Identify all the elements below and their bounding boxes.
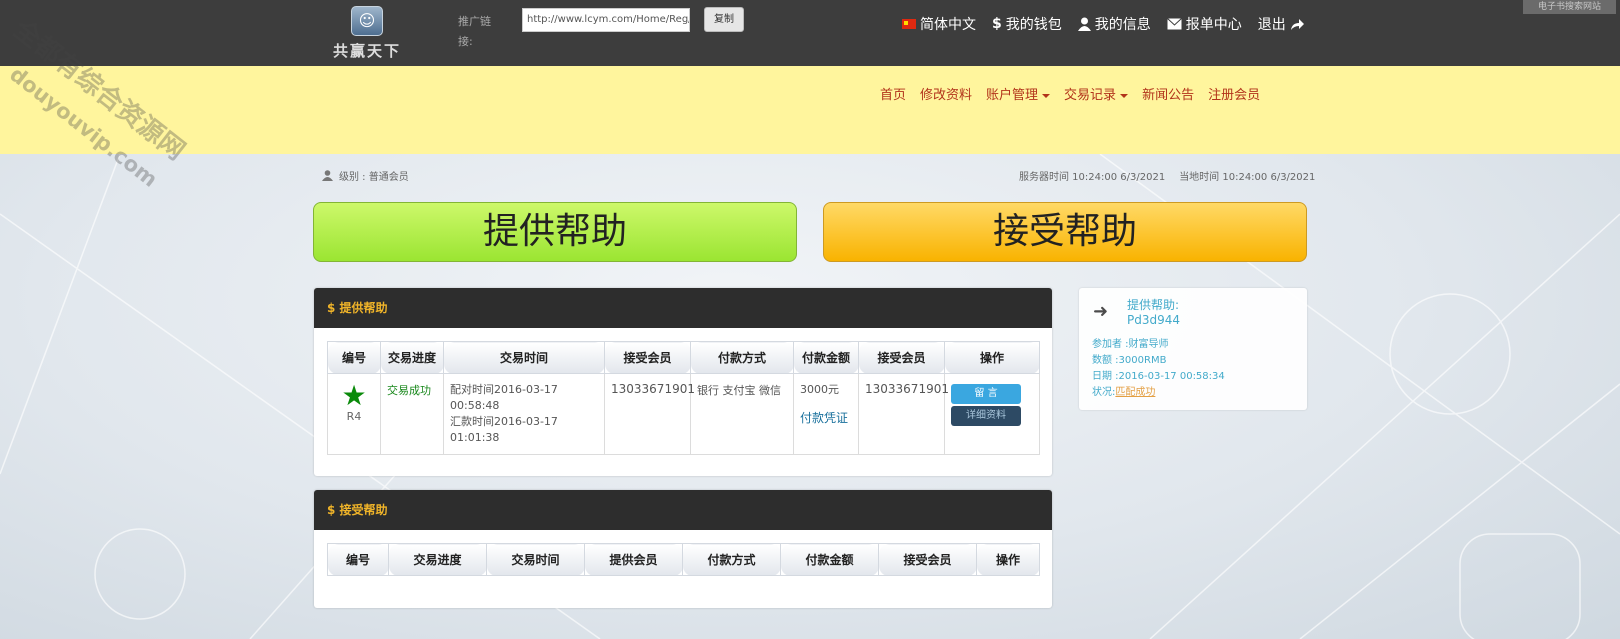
cell-amount: 3000元 付款凭证 xyxy=(793,373,859,455)
order-center-label: 报单中心 xyxy=(1185,17,1242,33)
my-info-link[interactable]: 我的信息 xyxy=(1077,14,1151,34)
cell-receiver-2: 13033671901 xyxy=(858,373,949,455)
local-time: 当地时间 10:24:00 6/3/2021 xyxy=(1179,172,1316,183)
col-header: 交易进度 xyxy=(380,341,444,374)
time-info: 服务器时间 10:24:00 6/3/2021 当地时间 10:24:00 6/… xyxy=(1019,168,1315,183)
finder-icon: ☺ xyxy=(351,6,383,36)
member-level-text: 级别 : 普通会员 xyxy=(339,172,409,183)
logout-link[interactable]: 退出 xyxy=(1258,14,1305,34)
pay-time: 汇款时间2016-03-17 01:01:38 xyxy=(450,415,558,444)
accept-help-panel: $ 接受帮助 编号 交易进度 交易时间 提供会员 付款方式 付款金额 接受会员 … xyxy=(314,490,1052,608)
envelope-icon xyxy=(1166,18,1182,30)
card-details: 参加者 :财富导师 数额 :3000RMB 日期 :2016-03-17 00:… xyxy=(1092,337,1225,401)
corner-tag[interactable]: 电子书搜索网站 xyxy=(1523,0,1616,14)
top-bar: ☺ 共赢天下 推广链接: http://www.lcym.com/Home/Re… xyxy=(0,0,1620,66)
col-header: 编号 xyxy=(327,543,389,576)
member-level: 级别 : 普通会员 xyxy=(322,168,409,183)
card-amount: 数额 :3000RMB xyxy=(1092,355,1167,366)
referral-link-value: http://www.lcym.com/Home/Reg/index xyxy=(527,14,690,25)
user-icon xyxy=(1077,17,1091,31)
accept-help-table: 编号 交易进度 交易时间 提供会员 付款方式 付款金额 接受会员 操作 xyxy=(327,543,1040,576)
col-header: 交易进度 xyxy=(388,543,487,576)
col-header: 接受会员 xyxy=(604,341,691,374)
china-flag-icon xyxy=(902,19,916,29)
col-header: 接受会员 xyxy=(878,543,977,576)
status-text: 交易成功 xyxy=(387,384,431,397)
col-header: 编号 xyxy=(327,341,381,374)
star-icon: ★ xyxy=(341,379,367,412)
caret-down-icon xyxy=(1042,93,1051,98)
wallet-label: 我的钱包 xyxy=(1005,17,1062,33)
server-time: 服务器时间 10:24:00 6/3/2021 xyxy=(1019,172,1166,183)
level-value: R4 xyxy=(346,410,362,423)
cell-status: 交易成功 xyxy=(380,373,444,455)
language-link[interactable]: 简体中文 xyxy=(902,14,976,34)
card-status: 状况:匹配成功 xyxy=(1092,385,1225,401)
main-nav-bar xyxy=(0,66,1620,154)
order-center-link[interactable]: 报单中心 xyxy=(1166,14,1242,34)
card-status-value: 匹配成功 xyxy=(1115,387,1156,398)
panel-title: $ 接受帮助 xyxy=(314,490,1052,530)
col-header: 交易时间 xyxy=(443,341,605,374)
panel-title: $ 提供帮助 xyxy=(314,288,1052,328)
col-header: 付款方式 xyxy=(682,543,781,576)
amount-value: 3000元 xyxy=(800,383,839,396)
col-header: 付款金额 xyxy=(780,543,879,576)
copy-button[interactable]: 复制 xyxy=(704,7,744,32)
arrow-right-icon[interactable]: ➜ xyxy=(1093,300,1117,324)
nav-transactions[interactable]: 交易记录 xyxy=(1064,84,1129,103)
logout-label: 退出 xyxy=(1257,17,1286,33)
referral-link-field[interactable]: http://www.lcym.com/Home/Reg/index xyxy=(522,8,690,32)
accept-help-button[interactable]: 接受帮助 xyxy=(823,202,1307,262)
nav-home[interactable]: 首页 xyxy=(880,84,906,103)
main-nav: 首页 修改资料 账户管理 交易记录 新闻公告 注册会员 xyxy=(880,84,1260,103)
nav-transactions-label: 交易记录 xyxy=(1064,88,1117,103)
nav-edit-profile[interactable]: 修改资料 xyxy=(920,84,972,103)
provide-help-panel: $ 提供帮助 编号 交易进度 交易时间 接受会员 付款方式 付款金额 接受会员 … xyxy=(314,288,1052,476)
share-arrow-icon xyxy=(1290,18,1304,30)
card-participant: 参加者 :财富导师 xyxy=(1092,339,1169,350)
caret-down-icon xyxy=(1120,93,1129,98)
provide-help-button[interactable]: 提供帮助 xyxy=(313,202,797,262)
col-header: 提供会员 xyxy=(584,543,683,576)
card-status-label: 状况: xyxy=(1092,387,1116,398)
col-header: 操作 xyxy=(976,543,1040,576)
dollar-icon: $ xyxy=(992,16,1002,32)
user-icon xyxy=(322,170,333,181)
wallet-link[interactable]: $ 我的钱包 xyxy=(992,14,1062,34)
table-row: ★ R4 交易成功 配对时间2016-03-17 00:58:48 汇款时间20… xyxy=(327,373,1040,455)
help-summary-card: ➜ 提供帮助: Pd3d944 参加者 :财富导师 数额 :3000RMB 日期… xyxy=(1079,288,1307,410)
col-header: 交易时间 xyxy=(486,543,585,576)
cell-actions: 留 言 详细资料 xyxy=(944,373,1040,455)
nav-news[interactable]: 新闻公告 xyxy=(1142,84,1194,103)
cell-receiver: 13033671901 xyxy=(604,373,695,455)
card-code: Pd3d944 xyxy=(1127,313,1181,327)
logo-text: 共赢天下 xyxy=(332,42,401,60)
details-button[interactable]: 详细资料 xyxy=(951,406,1021,426)
provide-help-table: 编号 交易进度 交易时间 接受会员 付款方式 付款金额 接受会员 操作 ★ R4… xyxy=(327,341,1040,455)
col-header: 付款金额 xyxy=(793,341,859,374)
nav-register-member[interactable]: 注册会员 xyxy=(1208,84,1260,103)
message-button[interactable]: 留 言 xyxy=(951,384,1021,404)
card-title: 提供帮助: Pd3d944 xyxy=(1127,298,1180,328)
nav-account-management[interactable]: 账户管理 xyxy=(986,84,1051,103)
my-info-label: 我的信息 xyxy=(1094,17,1151,33)
table-header-row: 编号 交易进度 交易时间 提供会员 付款方式 付款金额 接受会员 操作 xyxy=(327,543,1040,576)
card-date: 日期 :2016-03-17 00:58:34 xyxy=(1092,371,1225,382)
col-header: 操作 xyxy=(944,341,1040,374)
top-nav: 简体中文 $ 我的钱包 我的信息 报单中心 退出 xyxy=(902,14,1305,34)
nav-account-label: 账户管理 xyxy=(986,88,1039,103)
voucher-link[interactable]: 付款凭证 xyxy=(800,410,852,426)
cell-pay-methods: 银行 支付宝 微信 xyxy=(690,373,794,455)
referral-link-label: 推广链接: xyxy=(458,15,491,48)
col-header: 付款方式 xyxy=(690,341,794,374)
site-logo[interactable]: ☺ 共赢天下 xyxy=(326,6,408,60)
col-header: 接受会员 xyxy=(858,341,945,374)
table-header-row: 编号 交易进度 交易时间 接受会员 付款方式 付款金额 接受会员 操作 xyxy=(327,341,1040,374)
cell-level: ★ R4 xyxy=(327,373,381,455)
cell-time: 配对时间2016-03-17 00:58:48 汇款时间2016-03-17 0… xyxy=(443,373,605,455)
language-label: 简体中文 xyxy=(920,17,976,33)
match-time: 配对时间2016-03-17 00:58:48 xyxy=(450,383,558,412)
card-title-text: 提供帮助: xyxy=(1127,298,1180,312)
